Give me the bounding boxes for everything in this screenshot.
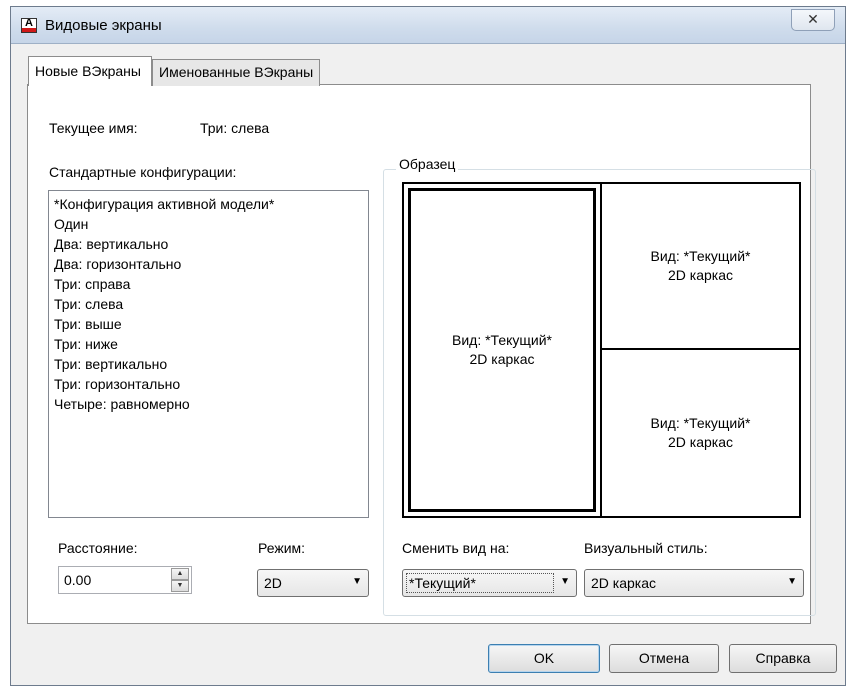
list-item[interactable]: *Конфигурация активной модели* xyxy=(54,194,363,214)
chevron-down-icon: ▼ xyxy=(787,576,797,587)
viewport-right-top[interactable]: Вид: *Текущий* 2D каркас xyxy=(600,184,799,350)
mode-value: 2D xyxy=(264,575,282,591)
dialog-title: Видовые экраны xyxy=(45,17,162,34)
visual-style-value: 2D каркас xyxy=(591,575,657,591)
list-item[interactable]: Три: вертикально xyxy=(54,354,363,374)
list-item[interactable]: Три: ниже xyxy=(54,334,363,354)
close-button[interactable]: ✕ xyxy=(791,9,835,31)
viewport-view-label: Вид: *Текущий* xyxy=(650,248,751,264)
tab-new-viewports[interactable]: Новые ВЭкраны xyxy=(28,56,152,86)
tab-named-viewports[interactable]: Именованные ВЭкраны xyxy=(152,59,320,86)
standard-configs-list[interactable]: *Конфигурация активной модели* Один Два:… xyxy=(48,190,369,518)
spacing-spin-buttons: ▲ ▼ xyxy=(171,568,189,592)
spin-up-button[interactable]: ▲ xyxy=(171,568,189,580)
spacing-stepper[interactable]: 0.00 ▲ ▼ xyxy=(58,566,192,594)
visual-style-select[interactable]: 2D каркас ▼ xyxy=(584,569,804,597)
list-item[interactable]: Два: горизонтально xyxy=(54,254,363,274)
viewport-preview: Вид: *Текущий* 2D каркас Вид: *Текущий* … xyxy=(402,182,801,518)
list-item[interactable]: Два: вертикально xyxy=(54,234,363,254)
current-name-label: Текущее имя: xyxy=(49,120,138,136)
cancel-button[interactable]: Отмена xyxy=(609,644,719,673)
change-view-label: Сменить вид на: xyxy=(402,540,510,556)
list-item[interactable]: Четыре: равномерно xyxy=(54,394,363,414)
standard-configs-label: Стандартные конфигурации: xyxy=(49,164,237,180)
mode-label: Режим: xyxy=(258,540,306,556)
current-name-value: Три: слева xyxy=(200,120,270,136)
help-button[interactable]: Справка xyxy=(729,644,837,673)
list-item[interactable]: Три: справа xyxy=(54,274,363,294)
change-view-value: *Текущий* xyxy=(409,575,476,591)
spacing-value: 0.00 xyxy=(64,572,92,588)
viewport-view-label: Вид: *Текущий* xyxy=(650,415,751,431)
viewport-style-label: 2D каркас xyxy=(667,267,733,283)
viewport-right-bottom[interactable]: Вид: *Текущий* 2D каркас xyxy=(600,350,799,516)
app-icon: A xyxy=(21,18,37,33)
list-item[interactable]: Три: слева xyxy=(54,294,363,314)
viewport-style-label: 2D каркас xyxy=(469,351,535,367)
chevron-down-icon: ▼ xyxy=(560,576,570,587)
viewport-style-label: 2D каркас xyxy=(667,434,733,450)
list-item[interactable]: Три: горизонтально xyxy=(54,374,363,394)
viewport-view-label: Вид: *Текущий* xyxy=(452,332,552,348)
viewport-left[interactable]: Вид: *Текущий* 2D каркас xyxy=(408,188,596,512)
chevron-down-icon: ▼ xyxy=(352,576,362,587)
spacing-label: Расстояние: xyxy=(58,540,138,556)
list-item[interactable]: Три: выше xyxy=(54,314,363,334)
spin-down-button[interactable]: ▼ xyxy=(171,580,189,592)
change-view-select[interactable]: *Текущий* ▼ xyxy=(402,569,577,597)
mode-select[interactable]: 2D ▼ xyxy=(257,569,369,597)
ok-button[interactable]: OK xyxy=(488,644,600,673)
visual-style-label: Визуальный стиль: xyxy=(584,540,708,556)
list-item[interactable]: Один xyxy=(54,214,363,234)
preview-group-title: Образец xyxy=(396,156,459,172)
close-icon: ✕ xyxy=(807,11,819,27)
title-bar: A Видовые экраны ✕ xyxy=(11,7,845,44)
